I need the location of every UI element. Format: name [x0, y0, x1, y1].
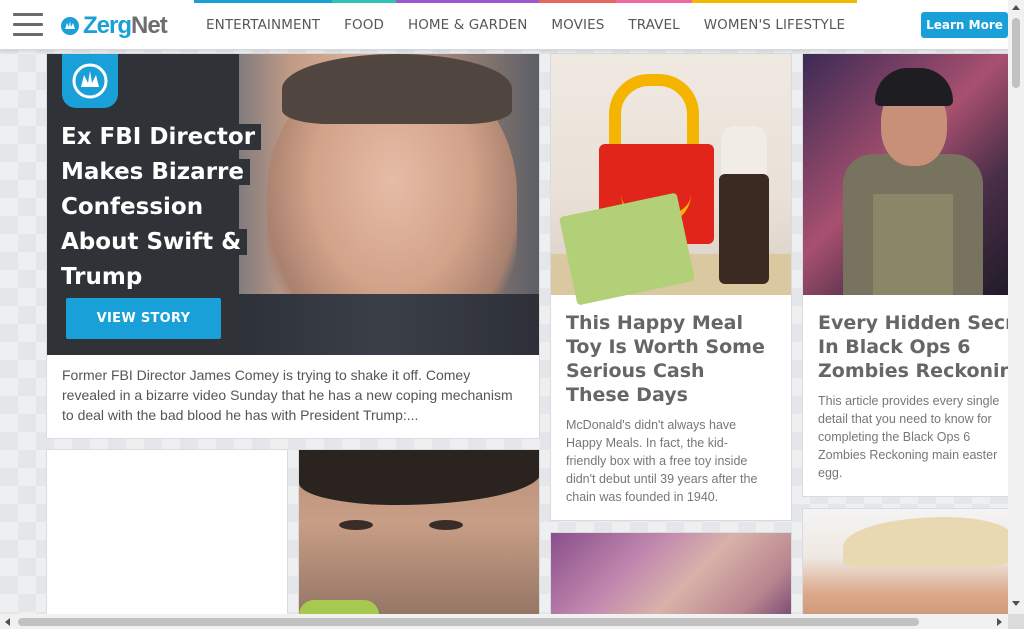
article-card-placeholder[interactable]	[46, 449, 288, 629]
hero-headline-line: Confession	[60, 194, 210, 220]
scrollbar-corner	[1008, 614, 1024, 629]
article-title[interactable]: This Happy Meal Toy Is Worth Some Seriou…	[566, 311, 771, 407]
hero-headline-line: Ex FBI Director	[60, 124, 262, 150]
article-title-line: Every Hidden Secret	[818, 312, 1011, 334]
horizontal-scrollbar[interactable]	[0, 614, 1008, 629]
zergnet-logo-icon	[61, 17, 79, 35]
article-card-happy-meal[interactable]: This Happy Meal Toy Is Worth Some Seriou…	[550, 53, 792, 521]
hero-description: Former FBI Director James Comey is tryin…	[62, 367, 513, 423]
site-header: ZergNet ENTERTAINMENT FOOD HOME & GARDEN…	[0, 0, 1024, 50]
happy-meal-image[interactable]	[551, 54, 791, 306]
nav-item-womens-lifestyle[interactable]: WOMEN'S LIFESTYLE	[691, 0, 858, 50]
hero-headline-line: About Swift & Trump	[60, 229, 248, 290]
article-card-black-ops[interactable]: Every Hidden Secret In Black Ops 6 Zombi…	[802, 53, 1012, 497]
article-description: This article provides every single detai…	[818, 394, 1000, 480]
article-image-man[interactable]	[299, 450, 539, 628]
scroll-right-arrow-icon[interactable]	[997, 618, 1002, 626]
category-nav: ENTERTAINMENT FOOD HOME & GARDEN MOVIES …	[194, 0, 858, 50]
horizontal-scrollbar-thumb[interactable]	[18, 618, 919, 626]
article-title[interactable]: Every Hidden Secret In Black Ops 6 Zombi…	[818, 311, 1012, 383]
menu-icon[interactable]	[13, 12, 43, 38]
article-description: McDonald's didn't always have Happy Meal…	[566, 418, 758, 504]
vertical-scrollbar-thumb[interactable]	[1012, 18, 1020, 88]
black-ops-image[interactable]	[803, 54, 1011, 295]
vertical-scrollbar[interactable]	[1008, 0, 1024, 614]
nav-item-entertainment[interactable]: ENTERTAINMENT	[194, 0, 333, 50]
article-card-man[interactable]	[298, 449, 540, 629]
nav-item-movies[interactable]: MOVIES	[539, 0, 617, 50]
scroll-down-arrow-icon[interactable]	[1012, 601, 1020, 606]
hero-article-card[interactable]: Ex FBI Director Makes Bizarre Confession…	[46, 53, 540, 439]
nav-item-travel[interactable]: TRAVEL	[616, 0, 693, 50]
logo-wordmark: ZergNet	[83, 12, 168, 39]
zergnet-badge-icon	[62, 54, 118, 108]
scroll-up-arrow-icon[interactable]	[1012, 5, 1020, 10]
nav-item-food[interactable]: FOOD	[332, 0, 396, 50]
article-card-trump[interactable]	[802, 508, 1012, 629]
hero-headline-line: Makes Bizarre	[60, 159, 250, 185]
scroll-left-arrow-icon[interactable]	[5, 618, 10, 626]
learn-more-button[interactable]: Learn More	[921, 12, 1008, 38]
article-image-trump[interactable]	[803, 509, 1011, 628]
view-story-button[interactable]: VIEW STORY	[66, 298, 221, 339]
site-logo[interactable]: ZergNet	[60, 12, 168, 40]
article-title-line: In Black Ops 6	[818, 336, 971, 358]
article-title-line: Zombies Reckoning	[818, 360, 1012, 382]
nav-item-home-garden[interactable]: HOME & GARDEN	[395, 0, 540, 50]
hero-headline[interactable]: Ex FBI Director Makes Bizarre Confession…	[60, 120, 330, 295]
